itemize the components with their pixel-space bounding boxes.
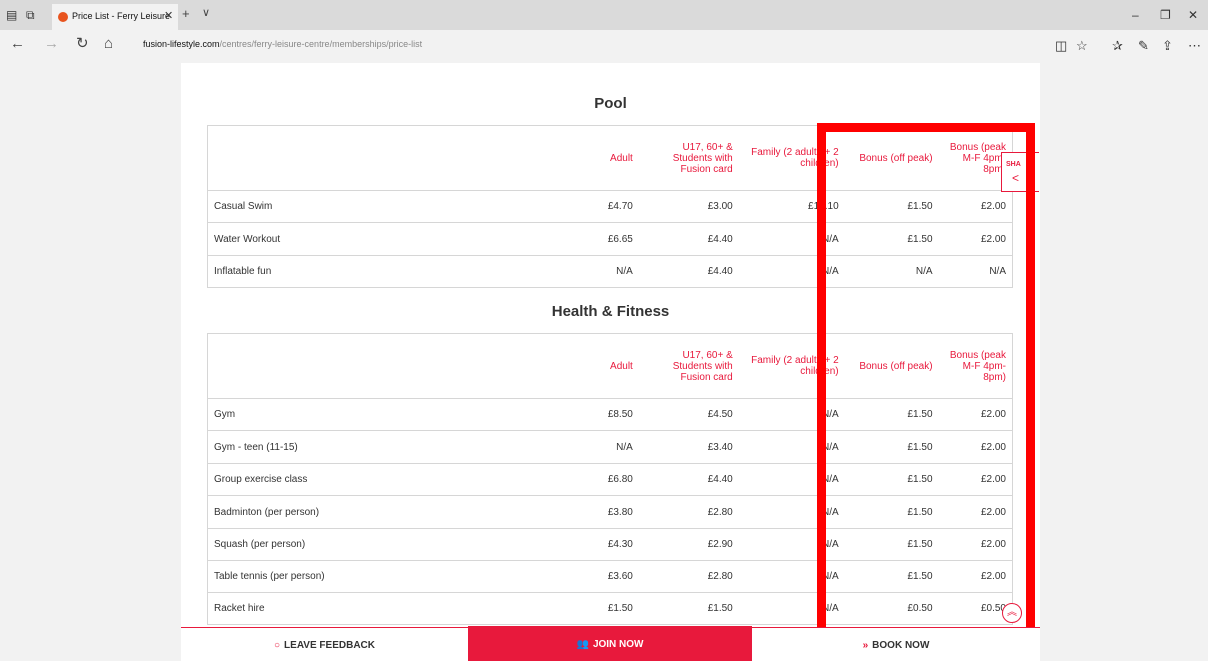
- leave-feedback-button[interactable]: ○ LEAVE FEEDBACK: [181, 628, 468, 661]
- header-adult: Adult: [564, 333, 639, 399]
- users-icon: 👥: [576, 638, 589, 650]
- restore-icon[interactable]: ❐: [1160, 8, 1171, 22]
- speech-bubble-icon: ○: [274, 639, 281, 651]
- browser-nav-bar: ← → ↻ ⌂ fusion-lifestyle.com/centres/fer…: [0, 30, 1208, 60]
- double-chevron-icon: »: [862, 639, 869, 651]
- minimize-icon[interactable]: –: [1132, 8, 1139, 22]
- header-concession: U17, 60+ & Students with Fusion card: [638, 333, 739, 399]
- address-bar[interactable]: fusion-lifestyle.com/centres/ferry-leisu…: [136, 36, 1048, 54]
- forward-arrow-icon[interactable]: →: [44, 36, 59, 52]
- tab-preview-icon[interactable]: ▤: [6, 8, 17, 22]
- bottom-action-bar: ○ LEAVE FEEDBACK 👥 JOIN NOW » BOOK NOW: [181, 626, 1040, 661]
- tab-title: Price List - Ferry Leisure: [72, 11, 171, 21]
- header-concession: U17, 60+ & Students with Fusion card: [638, 125, 739, 191]
- close-tab-icon[interactable]: ✕: [164, 9, 173, 22]
- more-menu-icon[interactable]: ⋯: [1188, 38, 1201, 54]
- home-icon[interactable]: ⌂: [104, 36, 113, 52]
- url-text: fusion-lifestyle.com/centres/ferry-leisu…: [143, 39, 423, 49]
- scroll-to-top-icon[interactable]: ︽: [1002, 603, 1022, 623]
- favorite-star-icon[interactable]: ☆: [1076, 38, 1088, 54]
- back-arrow-icon[interactable]: ←: [10, 36, 25, 52]
- reading-view-icon[interactable]: ◫: [1055, 38, 1067, 54]
- book-now-button[interactable]: » BOOK NOW: [752, 628, 1040, 661]
- favicon-icon: [58, 12, 68, 22]
- close-window-icon[interactable]: ✕: [1188, 8, 1198, 22]
- join-now-button[interactable]: 👥 JOIN NOW: [468, 626, 752, 661]
- pen-notes-icon[interactable]: ✎: [1138, 38, 1149, 54]
- pool-section-title: Pool: [594, 95, 627, 112]
- header-adult: Adult: [564, 125, 639, 191]
- browser-tab[interactable]: Price List - Ferry Leisure ✕: [52, 4, 178, 30]
- set-aside-tabs-icon[interactable]: ⧉: [26, 8, 35, 22]
- new-tab-icon[interactable]: +: [182, 6, 190, 21]
- share-icon[interactable]: ⇪: [1162, 38, 1173, 54]
- refresh-icon[interactable]: ↻: [76, 36, 89, 52]
- favorites-list-icon[interactable]: ✰: [1112, 38, 1123, 54]
- browser-tab-bar: ▤ ⧉ Price List - Ferry Leisure ✕ + ∨ – ❐…: [0, 0, 1208, 30]
- bonus-columns-highlight: [817, 123, 1035, 645]
- chevron-down-icon[interactable]: ∨: [202, 6, 210, 19]
